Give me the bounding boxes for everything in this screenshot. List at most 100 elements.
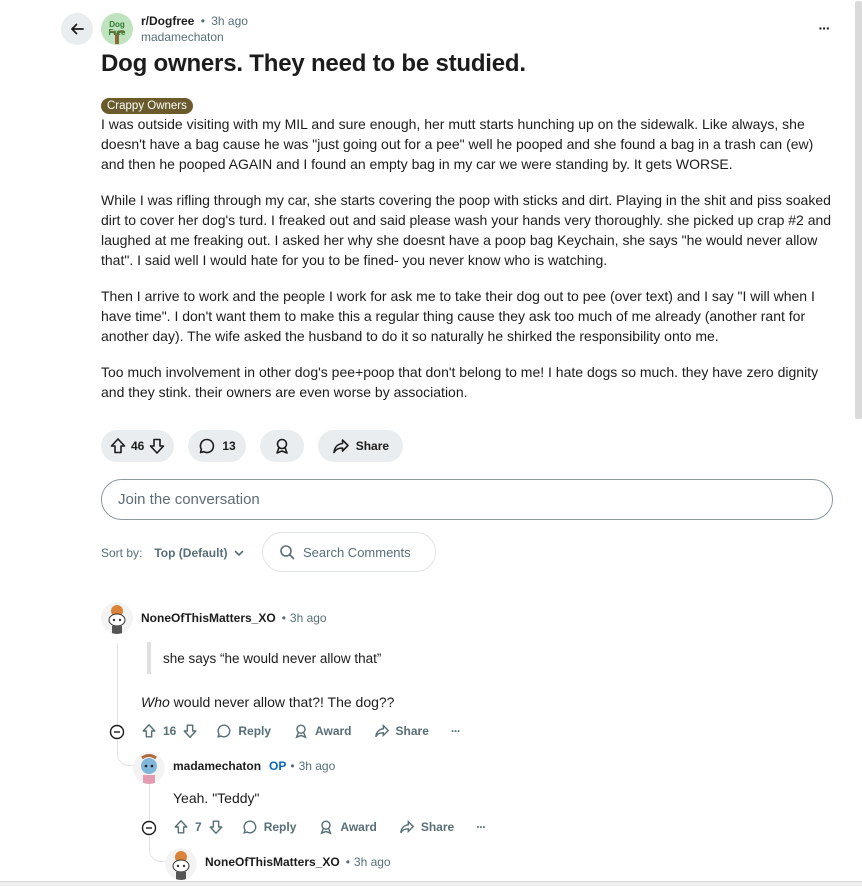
avatar[interactable] (165, 848, 197, 880)
comment-header: NoneOfThisMatters_XO • 3h ago (141, 611, 327, 625)
comment-time: 3h ago (289, 611, 327, 625)
reply-label: Reply (263, 820, 297, 834)
search-icon (280, 545, 295, 560)
minus-circle-icon (141, 820, 157, 836)
separator-dot: • (281, 611, 286, 625)
collapse-thread-button[interactable] (141, 820, 157, 836)
thread-line (117, 643, 118, 725)
collapse-thread-button[interactable] (109, 724, 125, 740)
scrollbar-thumb[interactable] (855, 1, 862, 419)
reply-label: Reply (238, 724, 272, 738)
upvote-button[interactable] (109, 437, 127, 455)
share-button[interactable]: Share (317, 430, 404, 462)
post-paragraph: While I was rifling through my car, she … (101, 192, 832, 268)
comment-vote-count: 16 (163, 724, 177, 738)
comment-actions: 7 Reply Award Share ··· (173, 819, 507, 835)
thread-line (149, 784, 150, 820)
post-paragraph: Too much involvement in other dog's pee+… (101, 364, 819, 400)
quote-text: she says “he would never allow that” (163, 650, 382, 666)
downvote-icon[interactable] (208, 819, 224, 835)
snoo-avatar-icon (165, 848, 197, 880)
more-icon: ··· (818, 20, 831, 36)
comment-icon (200, 438, 215, 454)
comment-time: 3h ago (298, 759, 336, 773)
chevron-down-icon (235, 550, 244, 557)
separator-dot: • (200, 14, 205, 28)
reply-button[interactable]: Reply (242, 819, 297, 835)
comment-vote-bar: 16 (141, 723, 198, 739)
award-button[interactable]: Award (318, 819, 377, 835)
comment-author[interactable]: madamechaton (173, 759, 261, 773)
search-placeholder: Search Comments (303, 544, 411, 560)
upvote-icon[interactable] (141, 723, 157, 739)
award-button[interactable]: Award (293, 723, 352, 739)
horizontal-scrollbar[interactable] (0, 881, 862, 886)
share-icon (374, 723, 389, 738)
vote-bar: 46 (101, 430, 175, 462)
comment-composer[interactable]: Join the conversation (101, 479, 833, 520)
downvote-icon[interactable] (182, 723, 198, 739)
award-button[interactable] (259, 430, 304, 462)
more-options-button[interactable]: ··· (450, 724, 461, 738)
comment-icon (242, 820, 257, 834)
subreddit-name[interactable]: r/Dogfree (141, 14, 194, 28)
comment-text-rest: would never allow that?! The dog?? (169, 694, 395, 710)
post-time: 3h ago (211, 14, 248, 28)
downvote-icon (150, 438, 165, 454)
separator-dot: • (345, 855, 350, 869)
post-author[interactable]: madamechaton (141, 30, 224, 44)
subreddit-avatar[interactable]: Dog Free (101, 13, 133, 45)
downvote-button[interactable] (148, 437, 166, 455)
share-button[interactable]: Share (399, 819, 454, 835)
post-paragraph: I was outside visiting with my MIL and s… (101, 116, 814, 172)
comment-text-italic: Who (141, 694, 170, 710)
comment-author[interactable]: NoneOfThisMatters_XO (141, 611, 276, 625)
post-body: I was outside visiting with my MIL and s… (101, 114, 836, 418)
share-icon (332, 439, 349, 454)
sort-control: Sort by: Top (Default) (101, 546, 245, 560)
comment-icon (217, 724, 231, 738)
sort-value: Top (Default) (154, 546, 228, 560)
award-label: Award (340, 820, 377, 834)
avatar[interactable] (101, 602, 133, 634)
sort-dropdown[interactable]: Top (Default) (154, 546, 245, 560)
comment-count: 13 (222, 439, 236, 453)
post-title: Dog owners. They need to be studied. (101, 50, 526, 77)
comment-header: NoneOfThisMatters_XO • 3h ago (205, 855, 391, 869)
comment-vote-bar: 7 (173, 819, 224, 835)
thread-connector (149, 836, 167, 862)
comment-vote-count: 7 (195, 820, 202, 834)
more-options-button[interactable]: ··· (476, 820, 486, 834)
arrow-left-icon (71, 23, 84, 35)
upvote-icon[interactable] (173, 819, 189, 835)
sort-label: Sort by: (101, 546, 143, 560)
more-icon: ··· (476, 820, 486, 834)
more-options-button[interactable]: ··· (808, 16, 840, 40)
award-label: Award (315, 724, 352, 738)
award-icon (275, 438, 288, 454)
share-button[interactable]: Share (374, 723, 429, 739)
share-label: Share (355, 439, 390, 453)
post-flair[interactable]: Crappy Owners (101, 98, 193, 114)
back-button[interactable] (61, 13, 93, 45)
vote-count: 46 (131, 439, 145, 453)
subreddit-avatar-text: Dog Free (108, 20, 126, 37)
snoo-avatar-icon (133, 752, 165, 784)
comment-actions: 16 Reply Award Share ··· (141, 723, 482, 739)
snoo-avatar-icon (101, 602, 133, 634)
search-comments-input[interactable]: Search Comments (262, 532, 436, 572)
upvote-icon (110, 438, 126, 454)
comment-text: Yeah. "Teddy" (173, 790, 260, 806)
share-label: Share (420, 820, 455, 834)
comment-author[interactable]: NoneOfThisMatters_XO (205, 855, 340, 869)
composer-placeholder: Join the conversation (118, 491, 260, 508)
share-label: Share (395, 724, 429, 738)
separator-dot: • (290, 759, 295, 773)
avatar[interactable] (133, 752, 165, 784)
reply-button[interactable]: Reply (216, 723, 271, 739)
comments-button[interactable]: 13 (188, 430, 246, 462)
more-icon: ··· (450, 724, 461, 738)
post-paragraph: Then I arrive to work and the people I w… (101, 288, 815, 344)
comment-time: 3h ago (353, 855, 391, 869)
minus-circle-icon (109, 724, 125, 740)
